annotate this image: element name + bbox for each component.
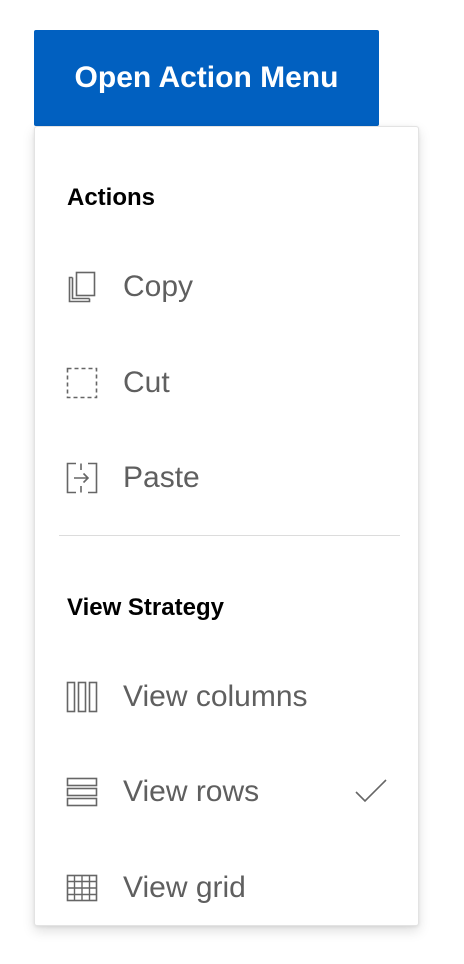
action-menu: Actions Copy Cut Paste View Strategy Vie… [34, 126, 419, 926]
checkmark-icon [354, 775, 388, 809]
cut-icon [65, 366, 99, 400]
menu-item-paste[interactable]: Paste [35, 434, 418, 522]
menu-item-label: View columns [123, 680, 308, 713]
menu-item-label: View grid [123, 871, 246, 904]
group-title-view-strategy: View Strategy [67, 594, 224, 621]
action-menu-demo: Open Action Menu Actions Copy Cut Paste … [0, 0, 464, 964]
menu-divider [59, 535, 400, 536]
view-rows-icon [65, 775, 99, 809]
menu-item-view-grid[interactable]: View grid [35, 844, 418, 932]
menu-item-view-rows[interactable]: View rows [35, 748, 418, 836]
group-title-actions: Actions [67, 184, 156, 211]
open-action-menu-button[interactable]: Open Action Menu [34, 30, 379, 126]
view-columns-icon [65, 680, 99, 714]
menu-item-cut[interactable]: Cut [35, 339, 418, 427]
copy-icon [65, 270, 99, 304]
menu-item-label: Paste [123, 461, 200, 494]
menu-item-label: View rows [123, 775, 260, 808]
view-grid-icon [65, 871, 99, 905]
menu-item-view-columns[interactable]: View columns [35, 653, 418, 741]
menu-item-copy[interactable]: Copy [35, 243, 418, 331]
menu-item-label: Copy [123, 270, 194, 303]
paste-icon [65, 461, 99, 495]
menu-item-label: Cut [123, 366, 170, 399]
